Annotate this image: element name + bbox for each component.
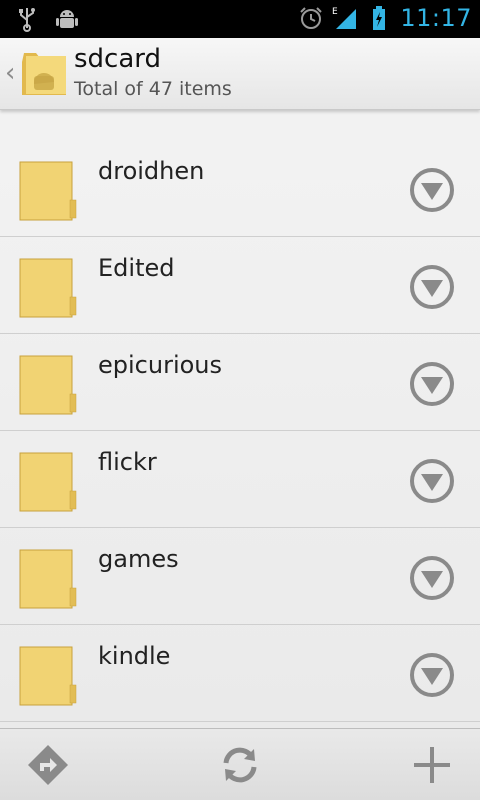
page-title: sdcard (74, 44, 162, 74)
add-icon[interactable] (410, 743, 454, 787)
battery-charging-icon (373, 6, 386, 30)
bottom-toolbar (0, 728, 480, 800)
item-label: droidhen (98, 157, 205, 185)
folder-icon (19, 258, 77, 318)
item-menu-icon[interactable] (408, 554, 456, 602)
list-item[interactable]: flickr (0, 431, 480, 528)
item-menu-icon[interactable] (408, 360, 456, 408)
status-bar: E 11:17 (0, 0, 480, 38)
item-label: flickr (98, 448, 157, 476)
item-count: Total of 47 items (74, 78, 232, 100)
refresh-icon[interactable] (218, 743, 262, 787)
item-label: kindle (98, 642, 171, 670)
signal-e-icon: E (332, 7, 357, 29)
item-menu-icon[interactable] (408, 263, 456, 311)
folder-icon (19, 646, 77, 706)
list-item[interactable]: droidhen (0, 140, 480, 237)
up-caret-icon[interactable]: ‹ (5, 58, 15, 88)
alarm-icon (300, 7, 323, 29)
item-label: games (98, 545, 179, 573)
item-label: epicurious (98, 351, 223, 379)
directions-icon[interactable] (26, 743, 70, 787)
folder-icon (19, 355, 77, 415)
folder-icon (19, 549, 77, 609)
list-item[interactable]: kindle (0, 625, 480, 722)
action-bar: ‹ sdcard Total of 47 items (0, 38, 480, 110)
item-menu-icon[interactable] (408, 166, 456, 214)
folder-icon (19, 161, 77, 221)
svg-text:E: E (332, 7, 338, 17)
item-label: Edited (98, 254, 175, 282)
list-item[interactable]: epicurious (0, 334, 480, 431)
usb-icon (19, 8, 35, 32)
file-list: droidhen Edited epicurious flickr games … (0, 100, 480, 730)
sdcard-folder-app-icon[interactable] (20, 48, 70, 98)
list-item[interactable]: Edited (0, 237, 480, 334)
folder-icon (19, 452, 77, 512)
item-menu-icon[interactable] (408, 457, 456, 505)
item-menu-icon[interactable] (408, 651, 456, 699)
list-item[interactable]: games (0, 528, 480, 625)
android-debug-icon (56, 10, 78, 28)
clock: 11:17 (400, 4, 472, 32)
